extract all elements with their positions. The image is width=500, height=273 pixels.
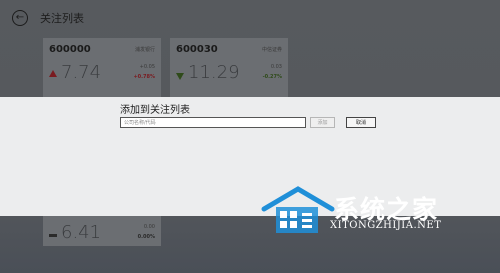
stock-percent: -0.27% — [262, 74, 282, 80]
app-header: ← 关注列表 — [0, 0, 500, 40]
stock-code: 600030 — [176, 44, 218, 55]
stock-name: 浦发银行 — [134, 47, 155, 53]
stock-percent: +0.78% — [133, 74, 155, 80]
cancel-button[interactable]: 取消 — [346, 117, 376, 128]
stock-percent: 0.00% — [137, 234, 155, 240]
stock-price: 7.74 — [61, 62, 102, 83]
add-button[interactable]: 添加 — [310, 117, 335, 128]
stock-tile[interactable]: 600030 中信证券 11.29 0.03 -0.27% — [170, 38, 288, 98]
dialog-title: 添加到关注列表 — [120, 105, 190, 116]
stock-name: 中信证券 — [261, 47, 282, 53]
page-title: 关注列表 — [40, 12, 84, 25]
company-search-input[interactable] — [120, 117, 306, 128]
down-arrow-icon — [176, 73, 184, 80]
stock-change: +0.05 — [139, 64, 155, 70]
stock-change: 0.03 — [270, 64, 282, 70]
watermark-url: XITONGZHIJIA.NET — [330, 220, 442, 231]
stock-code: 600000 — [49, 44, 91, 55]
stock-tile[interactable]: 6.41 0.00 0.00% — [43, 216, 161, 246]
stock-price: 11.29 — [188, 62, 240, 83]
back-arrow-icon[interactable]: ← — [12, 10, 28, 26]
stock-price: 6.41 — [61, 222, 102, 243]
stock-change: 0.00 — [143, 224, 155, 230]
up-arrow-icon — [49, 70, 57, 77]
flat-indicator-icon — [49, 234, 57, 237]
house-logo-icon — [261, 186, 335, 233]
stock-tile[interactable]: 600000 浦发银行 7.74 +0.05 +0.78% — [43, 38, 161, 98]
